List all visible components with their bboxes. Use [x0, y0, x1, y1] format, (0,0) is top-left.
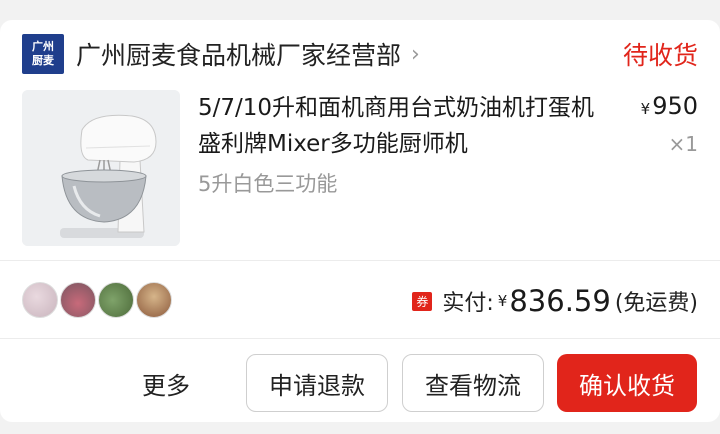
thumbnail-image[interactable]: [60, 282, 96, 318]
thumbnail-image[interactable]: [136, 282, 172, 318]
divider: [0, 338, 720, 339]
product-title[interactable]: 5/7/10升和面机商用台式奶油机打蛋机盛利牌Mixer多功能厨师机: [198, 90, 608, 162]
refund-button[interactable]: 申请退款: [246, 354, 388, 412]
product-spec: 5升白色三功能: [198, 172, 338, 196]
payment-summary: 券 实付: ¥ 836.59 (免运费): [412, 282, 698, 320]
paid-amount: 836.59: [509, 284, 611, 318]
store-logo-text: 广州厨麦: [32, 40, 54, 67]
shipping-note: (免运费): [614, 291, 698, 316]
currency-symbol: ¥: [640, 100, 651, 118]
divider: [0, 260, 720, 261]
thumbnail-image[interactable]: [98, 282, 134, 318]
paid-label: 实付:: [442, 291, 494, 316]
product-image[interactable]: [22, 90, 180, 246]
order-status: 待收货: [622, 41, 698, 70]
chevron-right-icon[interactable]: ›: [411, 42, 420, 67]
store-name[interactable]: 广州厨麦食品机械厂家经营部: [76, 36, 401, 72]
product-thumbnails[interactable]: [22, 282, 174, 318]
store-header[interactable]: 广州厨麦 广州厨麦食品机械厂家经营部 › 待收货: [22, 34, 698, 74]
view-logistics-button[interactable]: 查看物流: [402, 354, 544, 412]
store-logo: 广州厨麦: [22, 34, 64, 74]
product-quantity: ×1: [668, 132, 698, 156]
thumbnail-image[interactable]: [22, 282, 58, 318]
order-card: 广州厨麦 广州厨麦食品机械厂家经营部 › 待收货 5/7/10升和面机商用台式奶…: [0, 20, 720, 422]
price-block: ¥950 ×1: [641, 92, 698, 156]
currency-symbol: ¥: [497, 292, 508, 310]
confirm-receipt-button[interactable]: 确认收货: [557, 354, 697, 412]
price-value: 950: [652, 92, 698, 120]
more-button[interactable]: 更多: [142, 366, 190, 401]
product-price: ¥950: [641, 92, 698, 120]
stand-mixer-image: [22, 90, 180, 246]
coupon-badge: 券: [412, 291, 433, 311]
